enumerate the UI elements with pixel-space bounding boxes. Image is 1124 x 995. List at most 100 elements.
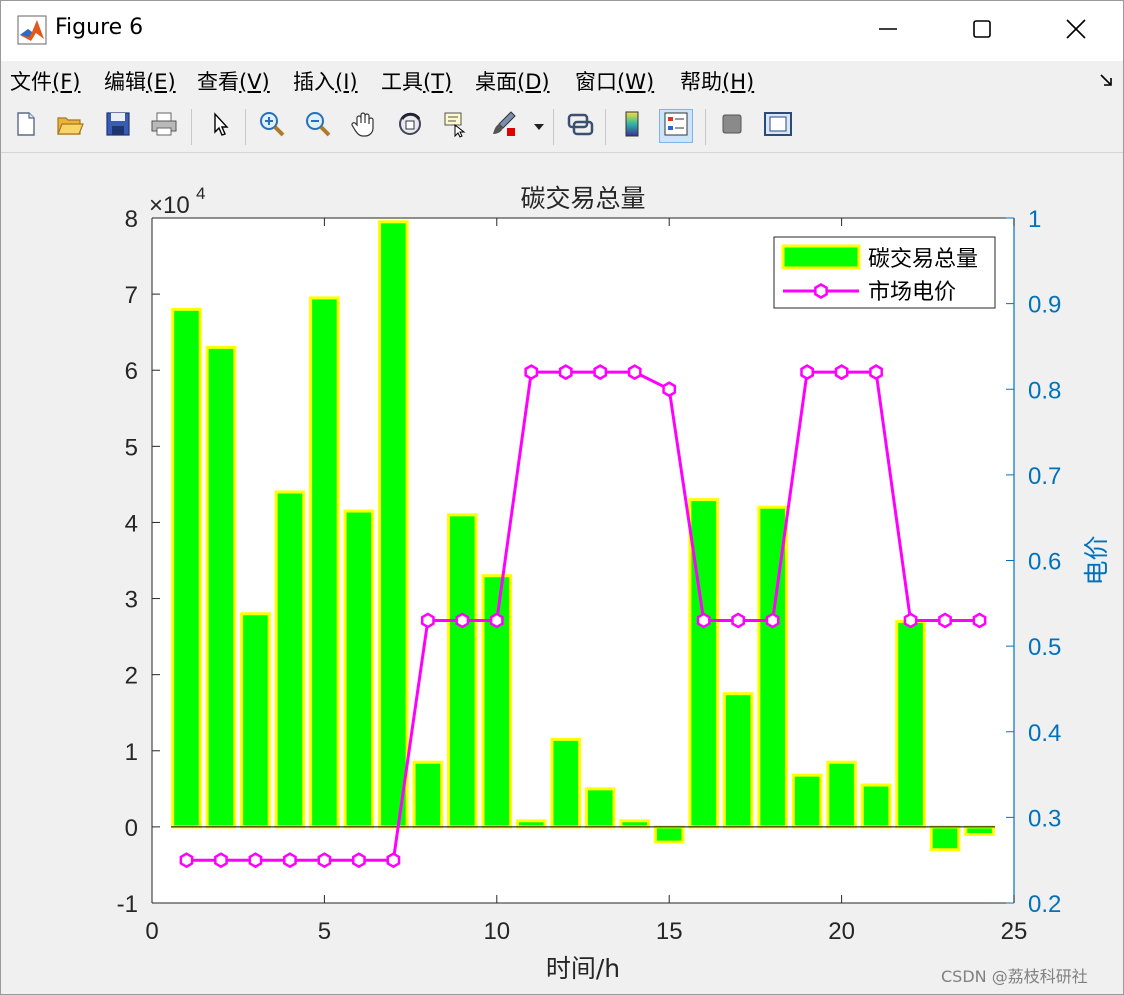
line-marker [386,852,401,869]
line-marker [662,381,677,398]
legend-label-line: 市场电价 [868,280,956,305]
pan-button[interactable] [347,109,381,143]
legend-icon [662,110,690,142]
line-marker [524,364,539,381]
toolbar-dock-arrow-icon[interactable] [1099,71,1115,87]
show-plot-tools-button[interactable] [761,109,795,143]
bar [584,787,616,829]
maximize-button[interactable] [959,11,1005,51]
y-tick-label-left: 0 [125,815,138,842]
bar [791,773,823,829]
hide-plot-tools-button[interactable] [715,109,749,143]
colorbar-icon [620,109,644,143]
line-marker [489,612,504,629]
line-marker [938,612,952,629]
pan-hand-icon [349,109,379,143]
legend-marker [814,283,828,299]
maximize-icon [971,18,993,44]
y-tick-label-right: 0.3 [1028,805,1061,832]
y-exponent-power: 4 [196,184,205,203]
toolbar-separator [605,109,606,145]
data-cursor-icon [441,109,471,143]
y-tick-label-right: 0.2 [1028,891,1061,918]
y-tick-label-right: 0.4 [1028,720,1061,747]
print-icon [149,110,179,142]
y-axis-label-right: 电价 [1082,535,1111,585]
line-marker [283,852,297,869]
line-marker [972,612,987,629]
bar [309,296,340,829]
x-tick-label: 5 [318,918,331,945]
menu-help[interactable]: 帮助(H) [680,66,754,96]
menu-window[interactable]: 窗口(W) [575,66,654,96]
save-icon [104,110,132,142]
bar [929,825,961,852]
toolbar-separator [553,109,554,145]
line-marker [903,612,918,629]
line-marker [248,852,263,869]
bar [240,612,271,829]
bar [619,819,651,829]
y-tick-label-right: 1 [1028,206,1041,233]
x-tick-label: 20 [828,918,855,945]
menu-tools[interactable]: 工具(T) [381,66,452,96]
menu-edit[interactable]: 编辑(E) [104,66,176,96]
y-tick-label-left: 3 [125,587,138,614]
legend-label-bar: 碳交易总量 [868,247,978,272]
new-figure-button[interactable] [9,109,43,143]
edit-plot-button[interactable] [203,109,237,143]
link-plot-icon [565,109,595,143]
insert-colorbar-button[interactable] [615,109,649,143]
x-tick-label: 25 [1001,918,1028,945]
link-plot-button[interactable] [563,109,597,143]
bar [964,825,995,837]
bar [860,783,892,829]
rotate-3d-button[interactable] [393,109,427,143]
brush-button[interactable] [487,109,521,143]
save-button[interactable] [101,109,135,143]
menu-desktop[interactable]: 桌面(D) [475,66,550,96]
title-bar: Figure 6 [1,1,1123,61]
y-tick-label-right: 0.7 [1028,463,1061,490]
brush-dropdown-icon [533,117,545,136]
zoom-in-icon [257,109,287,143]
y-tick-label-left: 7 [125,282,138,309]
zoom-in-button[interactable] [255,109,289,143]
bar [378,220,409,829]
y-tick-label-right: 0.5 [1028,634,1061,661]
line-marker [765,612,780,629]
bar [171,307,202,829]
bar [722,692,754,829]
bar [550,737,582,829]
minimize-button[interactable] [865,11,911,51]
close-button[interactable] [1053,11,1099,51]
bar [895,619,926,829]
zoom-out-icon [303,109,333,143]
bar [343,509,375,829]
rotate-3d-icon [395,109,425,143]
bar [826,760,857,829]
line-marker [455,612,470,629]
insert-legend-button[interactable] [659,109,693,143]
new-file-icon [12,110,40,142]
line-marker [420,612,435,629]
brush-dropdown-button[interactable] [529,109,549,143]
line-marker [696,612,711,629]
y-tick-label-right: 0.8 [1028,377,1061,404]
bar [274,490,306,829]
line-marker [179,852,194,869]
brush-icon [489,109,519,143]
bar [515,819,547,829]
show-plot-tools-icon [763,110,793,142]
zoom-out-button[interactable] [301,109,335,143]
line-marker [834,364,849,381]
open-file-button[interactable] [53,109,87,143]
open-folder-icon [55,110,85,142]
menu-view[interactable]: 查看(V) [197,66,270,96]
y-tick-label-left: 5 [125,434,138,461]
menu-file[interactable]: 文件(F) [10,66,80,96]
menu-insert[interactable]: 插入(I) [293,66,358,96]
print-button[interactable] [147,109,181,143]
line-marker [800,364,814,381]
data-cursor-button[interactable] [439,109,473,143]
